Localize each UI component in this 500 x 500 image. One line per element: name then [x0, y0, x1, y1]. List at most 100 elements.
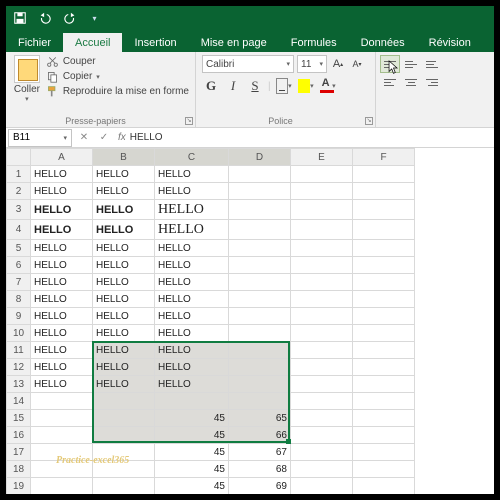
cell[interactable] [291, 478, 353, 495]
cell[interactable] [229, 220, 291, 240]
cell[interactable] [291, 359, 353, 376]
row-header[interactable]: 9 [7, 308, 31, 325]
cell[interactable]: HELLO [155, 166, 229, 183]
cell[interactable]: 69 [229, 478, 291, 495]
align-top-button[interactable] [380, 55, 400, 73]
cell[interactable]: HELLO [31, 183, 93, 200]
row-header[interactable]: 8 [7, 291, 31, 308]
col-header[interactable]: A [31, 149, 93, 166]
increase-font-icon[interactable]: A▴ [330, 56, 346, 72]
cut-button[interactable]: Couper [46, 55, 189, 68]
fx-icon[interactable]: fx [118, 132, 126, 143]
cell[interactable] [291, 183, 353, 200]
paste-button[interactable]: Coller ▾ [12, 55, 42, 103]
cell[interactable]: 45 [155, 478, 229, 495]
tab-données[interactable]: Données [349, 33, 417, 52]
row-header[interactable]: 17 [7, 444, 31, 461]
font-color-button[interactable]: ▾ [319, 77, 337, 95]
cell[interactable] [353, 240, 415, 257]
cancel-icon[interactable]: ✕ [74, 132, 94, 143]
cell[interactable] [93, 461, 155, 478]
row-header[interactable]: 14 [7, 393, 31, 410]
formula-input[interactable]: HELLO [130, 132, 163, 143]
cell[interactable] [229, 166, 291, 183]
cell[interactable] [353, 183, 415, 200]
cell[interactable]: 66 [229, 427, 291, 444]
col-header[interactable]: E [291, 149, 353, 166]
enter-icon[interactable]: ✓ [94, 132, 114, 143]
cell[interactable]: 45 [155, 410, 229, 427]
cell[interactable] [353, 461, 415, 478]
cell[interactable]: HELLO [31, 274, 93, 291]
align-bottom-button[interactable] [422, 55, 442, 73]
cell[interactable]: HELLO [31, 376, 93, 393]
cell[interactable] [229, 291, 291, 308]
cell[interactable] [291, 240, 353, 257]
cell[interactable] [229, 342, 291, 359]
align-left-button[interactable] [380, 73, 400, 91]
cell[interactable] [93, 427, 155, 444]
cell[interactable] [229, 274, 291, 291]
borders-button[interactable]: ▾ [275, 77, 293, 95]
tab-formules[interactable]: Formules [279, 33, 349, 52]
cell[interactable] [291, 393, 353, 410]
fill-color-button[interactable]: ▾ [297, 77, 315, 95]
cell[interactable] [229, 240, 291, 257]
cell[interactable]: HELLO [93, 291, 155, 308]
cell[interactable]: HELLO [155, 308, 229, 325]
cell[interactable]: HELLO [31, 257, 93, 274]
tab-mise en page[interactable]: Mise en page [189, 33, 279, 52]
cell[interactable] [291, 257, 353, 274]
redo-icon[interactable] [62, 11, 77, 26]
cell[interactable]: HELLO [155, 200, 229, 220]
row-header[interactable]: 7 [7, 274, 31, 291]
tab-fichier[interactable]: Fichier [6, 33, 63, 52]
cell[interactable]: HELLO [93, 220, 155, 240]
cell[interactable] [353, 427, 415, 444]
align-center-button[interactable] [401, 73, 421, 91]
save-icon[interactable] [12, 11, 27, 26]
cell[interactable] [353, 166, 415, 183]
cell[interactable]: HELLO [93, 359, 155, 376]
cell[interactable]: HELLO [93, 325, 155, 342]
align-right-button[interactable] [422, 73, 442, 91]
cell[interactable]: HELLO [93, 257, 155, 274]
cell[interactable]: HELLO [93, 274, 155, 291]
col-header[interactable]: B [93, 149, 155, 166]
cell[interactable] [353, 308, 415, 325]
cell[interactable] [291, 342, 353, 359]
cell[interactable] [353, 200, 415, 220]
cell[interactable] [353, 478, 415, 495]
cell[interactable] [93, 478, 155, 495]
cell[interactable] [353, 410, 415, 427]
cell[interactable] [229, 359, 291, 376]
cell[interactable]: HELLO [155, 291, 229, 308]
font-size-select[interactable]: 11▾ [297, 55, 327, 73]
cell[interactable] [31, 410, 93, 427]
row-header[interactable]: 16 [7, 427, 31, 444]
cell[interactable] [353, 359, 415, 376]
cell[interactable] [229, 325, 291, 342]
cell[interactable] [93, 444, 155, 461]
cell[interactable]: HELLO [93, 183, 155, 200]
cell[interactable] [353, 274, 415, 291]
cell[interactable]: HELLO [31, 342, 93, 359]
row-header[interactable]: 10 [7, 325, 31, 342]
cell[interactable] [229, 308, 291, 325]
cell[interactable] [353, 444, 415, 461]
cell[interactable]: HELLO [155, 240, 229, 257]
cell[interactable] [31, 461, 93, 478]
copy-button[interactable]: Copier ▾ [46, 70, 189, 83]
cell[interactable]: HELLO [155, 220, 229, 240]
col-header[interactable]: F [353, 149, 415, 166]
cell[interactable] [353, 393, 415, 410]
tab-révision[interactable]: Révision [417, 33, 483, 52]
col-header[interactable]: D [229, 149, 291, 166]
bold-button[interactable]: G [202, 77, 220, 95]
cell[interactable]: HELLO [93, 308, 155, 325]
row-header[interactable]: 5 [7, 240, 31, 257]
row-header[interactable]: 1 [7, 166, 31, 183]
cell[interactable]: 45 [155, 444, 229, 461]
decrease-font-icon[interactable]: A▾ [349, 56, 365, 72]
cell[interactable]: HELLO [155, 359, 229, 376]
